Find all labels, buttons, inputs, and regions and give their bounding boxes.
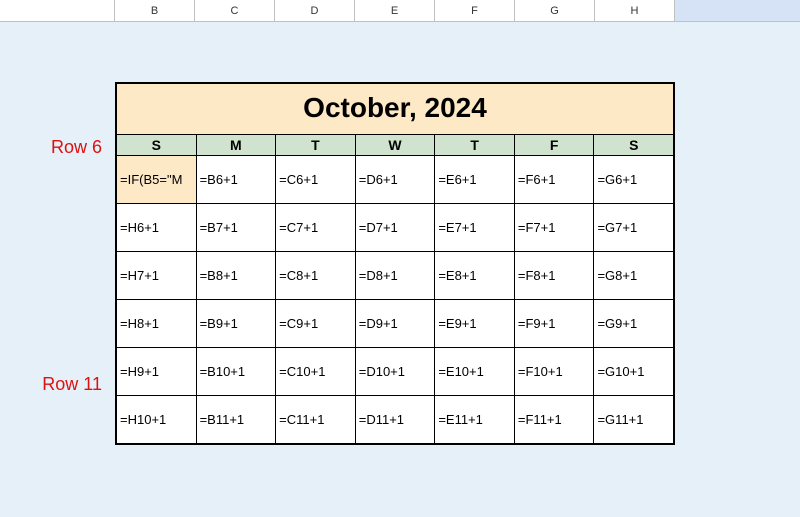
- cell-c6[interactable]: =B6+1: [197, 156, 277, 203]
- cell-d11[interactable]: =C11+1: [276, 396, 356, 443]
- cell-h6[interactable]: =G6+1: [594, 156, 673, 203]
- cell-f8[interactable]: =E8+1: [435, 252, 515, 299]
- cell-e9[interactable]: =D9+1: [356, 300, 436, 347]
- cell-h7[interactable]: =G7+1: [594, 204, 673, 251]
- cell-h11[interactable]: =G11+1: [594, 396, 673, 443]
- col-header-d[interactable]: D: [275, 0, 355, 22]
- cell-e6[interactable]: =D6+1: [356, 156, 436, 203]
- cell-c7[interactable]: =B7+1: [197, 204, 277, 251]
- cell-d8[interactable]: =C8+1: [276, 252, 356, 299]
- cell-f10[interactable]: =E10+1: [435, 348, 515, 395]
- col-header-f[interactable]: F: [435, 0, 515, 22]
- cell-c10[interactable]: =B10+1: [197, 348, 277, 395]
- cell-c11[interactable]: =B11+1: [197, 396, 277, 443]
- cell-b6[interactable]: =IF(B5="M: [117, 156, 197, 203]
- calendar-title: October, 2024: [117, 84, 673, 135]
- sheet-area: Row 6 Row 11 October, 2024 S M T W T F S…: [0, 22, 800, 445]
- cell-d6[interactable]: =C6+1: [276, 156, 356, 203]
- cell-d10[interactable]: =C10+1: [276, 348, 356, 395]
- col-header-c[interactable]: C: [195, 0, 275, 22]
- weekday-header-row: S M T W T F S: [117, 135, 673, 155]
- cell-b11[interactable]: =H10+1: [117, 396, 197, 443]
- cell-b8[interactable]: =H7+1: [117, 252, 197, 299]
- dow-thu: T: [435, 135, 515, 155]
- col-header-g[interactable]: G: [515, 0, 595, 22]
- cell-d9[interactable]: =C9+1: [276, 300, 356, 347]
- calendar-row-7: =H6+1 =B7+1 =C7+1 =D7+1 =E7+1 =F7+1 =G7+…: [117, 203, 673, 251]
- cell-c8[interactable]: =B8+1: [197, 252, 277, 299]
- row-label-6: Row 6: [0, 137, 110, 158]
- col-header-h[interactable]: H: [595, 0, 675, 22]
- cell-h10[interactable]: =G10+1: [594, 348, 673, 395]
- dow-fri: F: [515, 135, 595, 155]
- cell-g10[interactable]: =F10+1: [515, 348, 595, 395]
- cell-e11[interactable]: =D11+1: [356, 396, 436, 443]
- cell-b7[interactable]: =H6+1: [117, 204, 197, 251]
- calendar-row-9: =H8+1 =B9+1 =C9+1 =D9+1 =E9+1 =F9+1 =G9+…: [117, 299, 673, 347]
- cell-g11[interactable]: =F11+1: [515, 396, 595, 443]
- cell-h9[interactable]: =G9+1: [594, 300, 673, 347]
- cell-c9[interactable]: =B9+1: [197, 300, 277, 347]
- dow-tue: T: [276, 135, 356, 155]
- cell-g6[interactable]: =F6+1: [515, 156, 595, 203]
- dow-sun: S: [117, 135, 197, 155]
- col-header-blank[interactable]: [675, 0, 800, 22]
- col-header-b[interactable]: B: [115, 0, 195, 22]
- calendar-row-10: =H9+1 =B10+1 =C10+1 =D10+1 =E10+1 =F10+1…: [117, 347, 673, 395]
- row-label-11: Row 11: [0, 374, 110, 395]
- cell-f9[interactable]: =E9+1: [435, 300, 515, 347]
- col-header-e[interactable]: E: [355, 0, 435, 22]
- cell-d7[interactable]: =C7+1: [276, 204, 356, 251]
- dow-sat: S: [594, 135, 673, 155]
- calendar-row-6: =IF(B5="M =B6+1 =C6+1 =D6+1 =E6+1 =F6+1 …: [117, 155, 673, 203]
- cell-e8[interactable]: =D8+1: [356, 252, 436, 299]
- cell-g8[interactable]: =F8+1: [515, 252, 595, 299]
- calendar: October, 2024 S M T W T F S =IF(B5="M =B…: [115, 82, 675, 445]
- cell-f7[interactable]: =E7+1: [435, 204, 515, 251]
- cell-e10[interactable]: =D10+1: [356, 348, 436, 395]
- corner-stub: [0, 0, 115, 22]
- calendar-row-11: =H10+1 =B11+1 =C11+1 =D11+1 =E11+1 =F11+…: [117, 395, 673, 443]
- cell-g7[interactable]: =F7+1: [515, 204, 595, 251]
- cell-e7[interactable]: =D7+1: [356, 204, 436, 251]
- cell-b9[interactable]: =H8+1: [117, 300, 197, 347]
- cell-b10[interactable]: =H9+1: [117, 348, 197, 395]
- calendar-row-8: =H7+1 =B8+1 =C8+1 =D8+1 =E8+1 =F8+1 =G8+…: [117, 251, 673, 299]
- cell-f6[interactable]: =E6+1: [435, 156, 515, 203]
- cell-g9[interactable]: =F9+1: [515, 300, 595, 347]
- cell-h8[interactable]: =G8+1: [594, 252, 673, 299]
- dow-mon: M: [197, 135, 277, 155]
- column-header-row: B C D E F G H: [0, 0, 800, 22]
- dow-wed: W: [356, 135, 436, 155]
- cell-f11[interactable]: =E11+1: [435, 396, 515, 443]
